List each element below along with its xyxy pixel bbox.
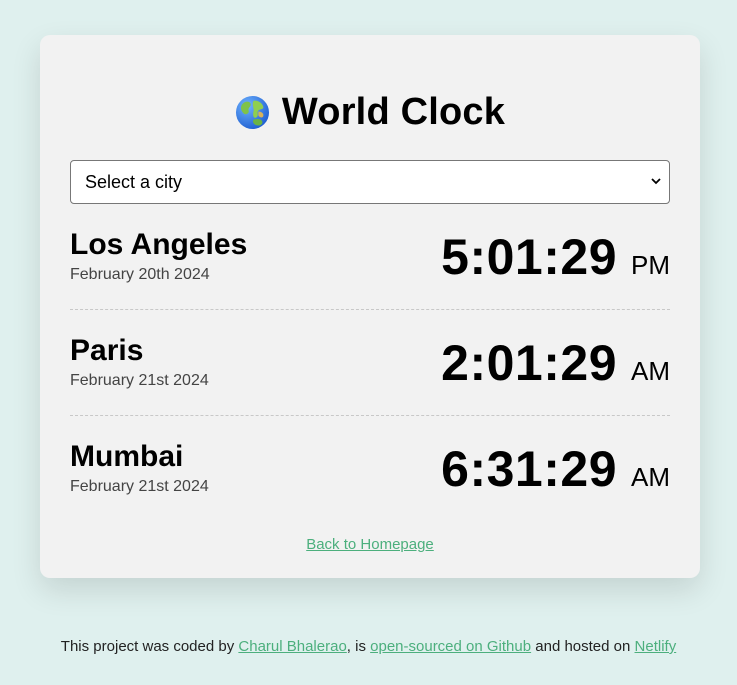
city-time: 6:31:29 AM: [441, 441, 670, 497]
time-value: 2:01:29: [441, 334, 617, 391]
city-date: February 21st 2024: [70, 478, 209, 495]
city-date: February 21st 2024: [70, 371, 209, 389]
netlify-link[interactable]: Netlify: [635, 638, 677, 655]
footer-text: This project was coded by: [60, 638, 239, 655]
city-select[interactable]: Select a city: [70, 160, 670, 204]
city-select-wrapper: Select a city: [70, 160, 670, 204]
city-row-paris: Paris February 21st 2024 2:01:29 AM: [70, 310, 670, 416]
time-value: 6:31:29: [441, 441, 617, 497]
city-row-mumbai: Mumbai February 21st 2024 6:31:29 AM: [70, 416, 670, 522]
footer-text: and hosted on: [531, 638, 635, 655]
author-link[interactable]: Charul Bhalerao: [238, 638, 346, 655]
page-title: World Clock: [281, 91, 506, 133]
city-name: Los Angeles: [70, 227, 248, 261]
footer-text: , is: [346, 638, 371, 655]
ampm-label: PM: [631, 249, 670, 280]
ampm-label: AM: [631, 462, 670, 492]
world-clock-card: World Clock Select a city Los Angeles Fe…: [40, 35, 700, 578]
footer: This project was coded by Charul Bhalera…: [0, 638, 737, 655]
city-row-los-angeles: Los Angeles February 20th 2024 5:01:29 P…: [70, 204, 670, 310]
title-row: World Clock: [70, 91, 670, 133]
city-time: 5:01:29 PM: [441, 229, 670, 285]
globe-icon: [235, 95, 269, 129]
github-link[interactable]: open-sourced on Github: [370, 638, 531, 655]
city-name: Mumbai: [70, 440, 184, 473]
ampm-label: AM: [631, 355, 670, 386]
time-value: 5:01:29: [441, 228, 617, 285]
city-time: 2:01:29 AM: [441, 335, 670, 391]
city-date: February 20th 2024: [70, 265, 210, 283]
back-to-homepage-link[interactable]: Back to Homepage: [70, 536, 670, 553]
city-name: Paris: [70, 333, 144, 367]
